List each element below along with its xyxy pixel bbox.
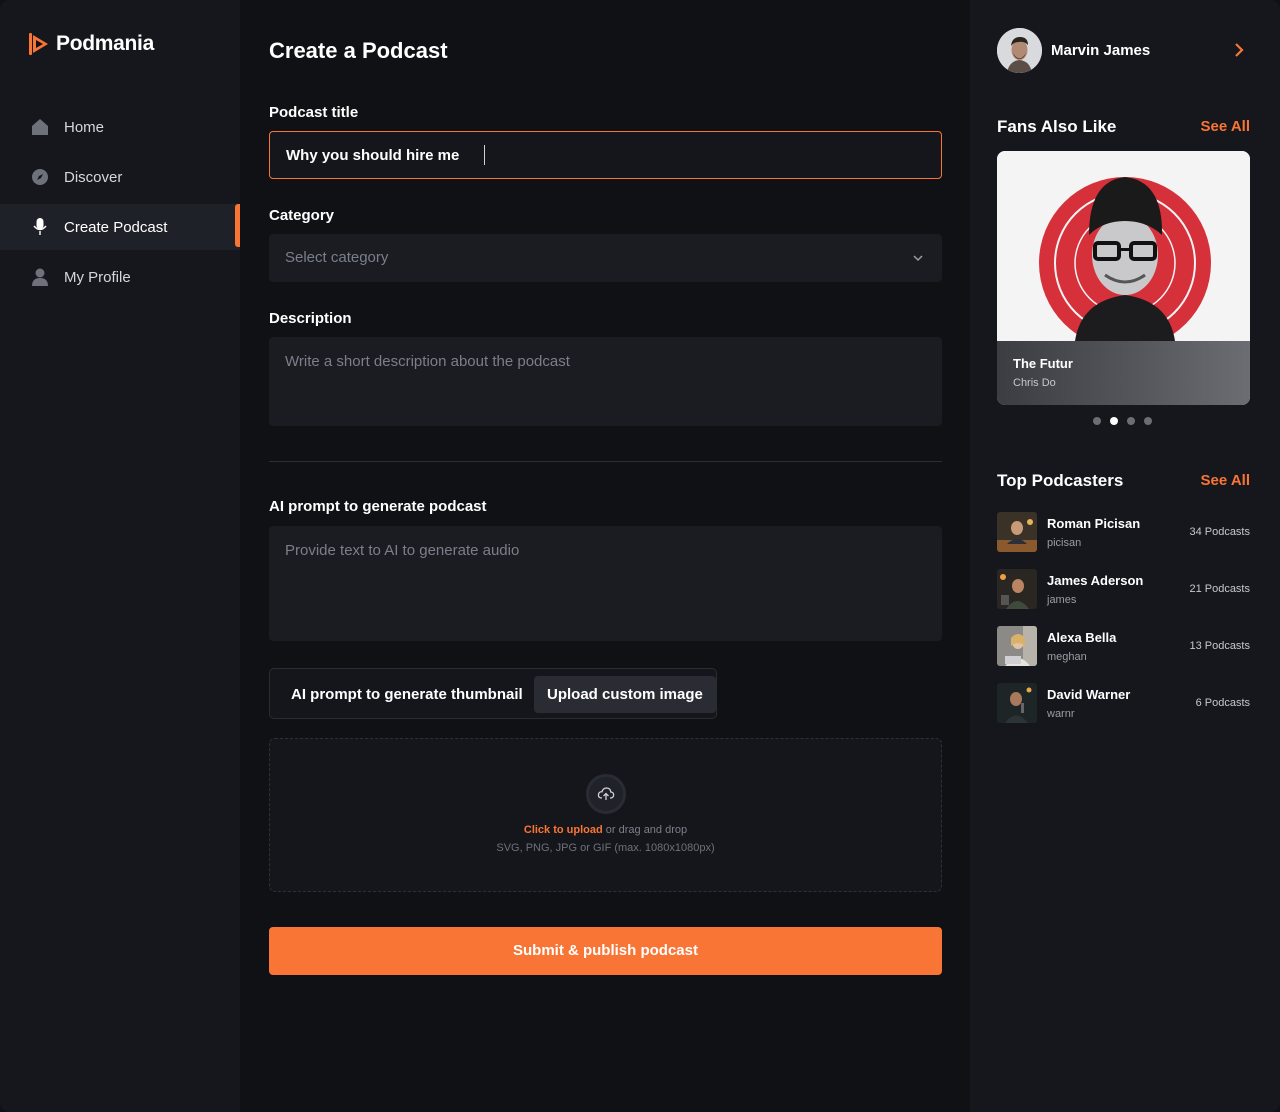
chevron-right-icon[interactable]: [1233, 41, 1245, 64]
podcast-title-value: Why you should hire me: [286, 147, 460, 164]
sidebar: Podmania Home Discover Create Podcast My…: [0, 0, 240, 1112]
category-select[interactable]: Select category: [269, 234, 942, 282]
podcaster-avatar: [997, 512, 1037, 552]
podcaster-handle: james: [1047, 594, 1077, 606]
podcasters-see-all-link[interactable]: See All: [1201, 472, 1250, 489]
sidebar-item-label: Discover: [64, 168, 123, 186]
ai-audio-prompt-placeholder: Provide text to AI to generate audio: [285, 542, 520, 559]
sidebar-item-create-podcast[interactable]: Create Podcast: [0, 204, 240, 250]
podcaster-avatar: [997, 683, 1037, 723]
create-podcast-form: Create a Podcast Podcast title Why you s…: [240, 0, 970, 1112]
podcast-cover-image: [997, 151, 1250, 349]
podcaster-name: Roman Picisan: [1047, 516, 1141, 531]
user-profile[interactable]: Marvin James: [997, 28, 1150, 73]
chevron-down-icon: [912, 251, 924, 269]
sidebar-item-label: Home: [64, 118, 105, 136]
podcast-count: 34 Podcasts: [1189, 526, 1250, 538]
podcast-card[interactable]: The Futur Chris Do: [997, 151, 1250, 405]
podcaster-name: David Warner: [1047, 687, 1131, 702]
podmania-logo-icon: [28, 32, 50, 56]
brand-name: Podmania: [56, 32, 154, 55]
click-to-upload-link[interactable]: Click to upload: [524, 824, 603, 836]
podcast-card-title: The Futur: [1013, 356, 1073, 371]
sidebar-item-label: Create Podcast: [64, 218, 168, 236]
podcaster-handle: picisan: [1047, 537, 1082, 549]
right-panel: Marvin James Fans Also Like See All The …: [970, 0, 1280, 1112]
podcast-count: 13 Podcasts: [1189, 640, 1250, 652]
carousel-dot-active[interactable]: [1110, 417, 1118, 425]
sidebar-item-home[interactable]: Home: [0, 104, 240, 150]
logo[interactable]: Podmania: [28, 32, 154, 56]
ai-thumbnail-tab[interactable]: AI prompt to generate thumbnail: [278, 676, 536, 713]
fans-see-all-link[interactable]: See All: [1201, 118, 1250, 135]
sidebar-item-discover[interactable]: Discover: [0, 154, 240, 200]
podcast-card-author: Chris Do: [1013, 377, 1056, 389]
submit-publish-button[interactable]: Submit & publish podcast: [269, 927, 942, 975]
user-icon: [30, 267, 50, 287]
podcast-count: 6 Podcasts: [1195, 697, 1250, 709]
top-podcasters-title: Top Podcasters: [997, 471, 1124, 490]
compass-icon: [30, 167, 50, 187]
upload-cloud-icon: [586, 774, 626, 814]
user-name: Marvin James: [1051, 42, 1151, 59]
text-cursor: [484, 145, 485, 165]
carousel-dot[interactable]: [1127, 417, 1135, 425]
carousel-dot[interactable]: [1144, 417, 1152, 425]
podcast-title-label: Podcast title: [269, 104, 359, 121]
upload-formats-text: SVG, PNG, JPG or GIF (max. 1080x1080px): [496, 842, 715, 854]
podcaster-avatar: [997, 569, 1037, 609]
image-upload-dropzone[interactable]: Click to upload or drag and drop SVG, PN…: [269, 738, 942, 892]
list-item[interactable]: Alexa Bella meghan 13 Podcasts: [997, 626, 1250, 666]
thumbnail-source-toggle: AI prompt to generate thumbnail Upload c…: [269, 668, 717, 719]
podcaster-handle: meghan: [1047, 651, 1087, 663]
sidebar-nav: Home Discover Create Podcast My Profile: [0, 104, 240, 304]
list-item[interactable]: David Warner warnr 6 Podcasts: [997, 683, 1250, 723]
list-item[interactable]: James Aderson james 21 Podcasts: [997, 569, 1250, 609]
upload-instructions: Click to upload or drag and drop: [270, 824, 941, 836]
podcaster-avatar: [997, 626, 1037, 666]
home-icon: [30, 117, 50, 137]
podcaster-name: James Aderson: [1047, 573, 1144, 588]
carousel-dot[interactable]: [1093, 417, 1101, 425]
podcaster-handle: warnr: [1047, 708, 1075, 720]
avatar: [997, 28, 1042, 73]
podcast-count: 21 Podcasts: [1189, 583, 1250, 595]
category-label: Category: [269, 207, 335, 224]
list-item[interactable]: Roman Picisan picisan 34 Podcasts: [997, 512, 1250, 552]
description-label: Description: [269, 310, 352, 327]
ai-audio-prompt-textarea[interactable]: Provide text to AI to generate audio: [269, 526, 942, 641]
page-title: Create a Podcast: [269, 38, 448, 63]
microphone-icon: [30, 217, 50, 237]
app-window: Podmania Home Discover Create Podcast My…: [0, 0, 1280, 1112]
fans-also-like-title: Fans Also Like: [997, 117, 1117, 136]
podcaster-name: Alexa Bella: [1047, 630, 1117, 645]
upload-image-tab[interactable]: Upload custom image: [534, 676, 716, 713]
category-placeholder: Select category: [285, 249, 389, 266]
podcast-card-caption: The Futur Chris Do: [997, 341, 1250, 405]
sidebar-item-label: My Profile: [64, 268, 131, 286]
ai-audio-prompt-label: AI prompt to generate podcast: [269, 498, 487, 515]
sidebar-item-my-profile[interactable]: My Profile: [0, 254, 240, 300]
top-podcasters-list: Roman Picisan picisan 34 Podcasts James …: [997, 512, 1250, 740]
divider: [269, 461, 942, 462]
carousel-dots: [1093, 417, 1152, 425]
podcast-title-input[interactable]: Why you should hire me: [269, 131, 942, 179]
description-textarea[interactable]: Write a short description about the podc…: [269, 337, 942, 426]
description-placeholder: Write a short description about the podc…: [285, 353, 570, 370]
drag-drop-text: or drag and drop: [605, 824, 688, 836]
